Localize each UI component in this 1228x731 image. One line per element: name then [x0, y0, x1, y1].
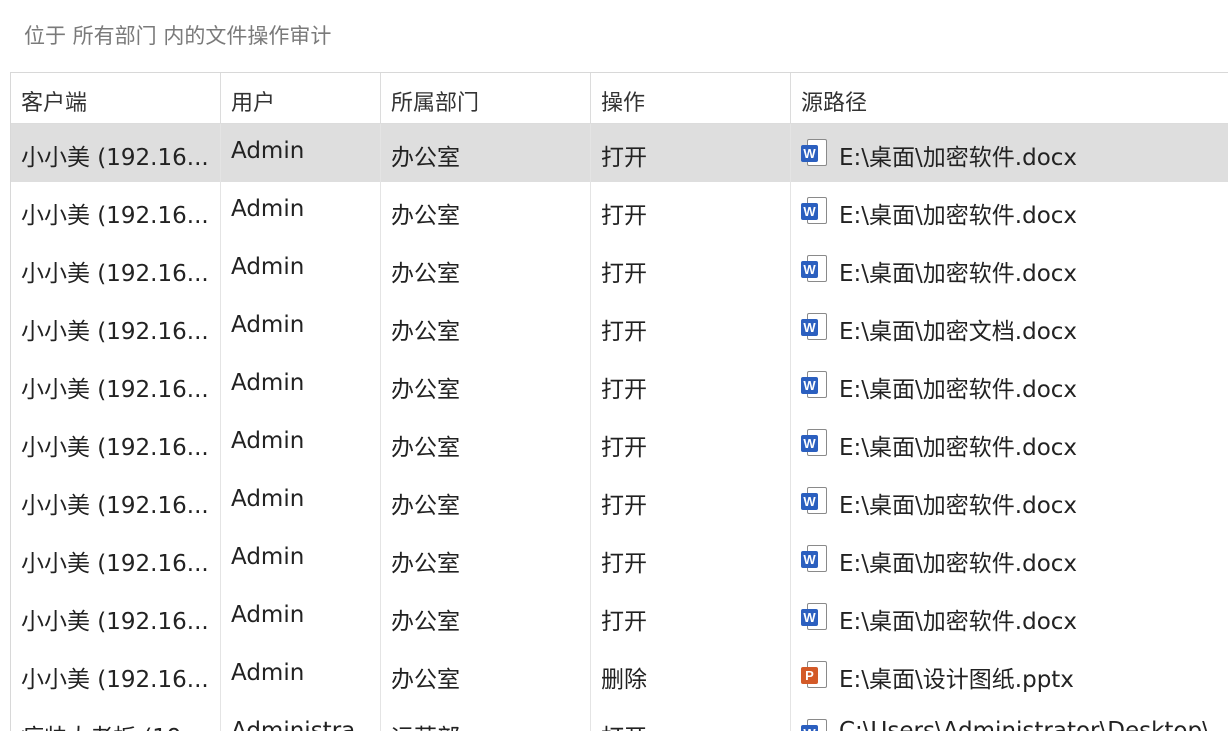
source-path-text: E:\桌面\加密软件.docx	[839, 609, 1078, 635]
cell-operation: 打开	[591, 588, 791, 646]
cell-source-path: W E:\桌面\加密软件.docx	[791, 588, 1228, 646]
cell-department: 办公室	[381, 472, 591, 530]
audit-table: 客户端 用户 所属部门 操作 源路径 小小美 (192.16... Admin 办公…	[10, 72, 1228, 731]
column-header-user[interactable]: 用户	[221, 73, 381, 123]
cell-department: 办公室	[381, 588, 591, 646]
table-row[interactable]: 小小美 (192.16... Admin 办公室 打开 W E:\桌面\加密软件.docx	[11, 414, 1228, 472]
cell-source-path: W E:\桌面\加密软件.docx	[791, 356, 1228, 414]
cell-user: Admin	[221, 182, 381, 240]
word-file-icon: W	[801, 545, 829, 573]
cell-department: 办公室	[381, 124, 591, 182]
cell-source-path: W E:\桌面\加密软件.docx	[791, 240, 1228, 298]
breadcrumb: 位于 所有部门 内的文件操作审计	[0, 0, 1228, 72]
source-path-text: E:\桌面\加密软件.docx	[839, 551, 1078, 577]
cell-client: 小小美 (192.16...	[11, 414, 221, 472]
cell-user: Admin	[221, 356, 381, 414]
cell-user: Admin	[221, 414, 381, 472]
cell-client: 小小美 (192.16...	[11, 646, 221, 704]
cell-department: 办公室	[381, 414, 591, 472]
ppt-file-icon: P	[801, 661, 829, 689]
cell-operation: 打开	[591, 704, 791, 731]
cell-source-path: W E:\桌面\加密软件.docx	[791, 414, 1228, 472]
cell-source-path: W E:\桌面\加密文档.docx	[791, 298, 1228, 356]
table-row[interactable]: 小小美 (192.16... Admin 办公室 打开 W E:\桌面\加密软件.docx	[11, 588, 1228, 646]
table-row[interactable]: 小小美 (192.16... Admin 办公室 打开 W E:\桌面\加密软件.docx	[11, 356, 1228, 414]
cell-department: 办公室	[381, 530, 591, 588]
cell-user: Administra...	[221, 704, 381, 731]
word-file-icon: W	[801, 197, 829, 225]
table-row[interactable]: 小小美 (192.16... Admin 办公室 打开 W E:\桌面\加密软件.docx	[11, 240, 1228, 298]
cell-operation: 打开	[591, 472, 791, 530]
source-path-text: E:\桌面\加密软件.docx	[839, 377, 1078, 403]
cell-user: Admin	[221, 298, 381, 356]
source-path-text: E:\桌面\设计图纸.pptx	[839, 667, 1074, 693]
cell-user: Admin	[221, 240, 381, 298]
cell-client: 小小美 (192.16...	[11, 182, 221, 240]
source-path-text: E:\桌面\加密文档.docx	[839, 319, 1078, 345]
cell-user: Admin	[221, 530, 381, 588]
table-row[interactable]: 小小美 (192.16... Admin 办公室 打开 W E:\桌面\加密软件.docx	[11, 182, 1228, 240]
column-header-source-path[interactable]: 源路径	[791, 73, 1228, 123]
cell-operation: 打开	[591, 414, 791, 472]
cell-department: 办公室	[381, 646, 591, 704]
cell-department: 办公室	[381, 356, 591, 414]
cell-department: 办公室	[381, 240, 591, 298]
cell-operation: 删除	[591, 646, 791, 704]
cell-source-path: W C:\Users\Administrator\Desktop\...	[791, 704, 1228, 731]
cell-client: 小小美 (192.16...	[11, 356, 221, 414]
cell-user: Admin	[221, 646, 381, 704]
cell-operation: 打开	[591, 124, 791, 182]
table-row[interactable]: 小小美 (192.16... Admin 办公室 删除 P E:\桌面\设计图纸.pptx	[11, 646, 1228, 704]
table-row[interactable]: 小小美 (192.16... Admin 办公室 打开 W E:\桌面\加密软件.docx	[11, 530, 1228, 588]
cell-client: 痞帅大老板 (19...	[11, 704, 221, 731]
cell-department: 运营部	[381, 704, 591, 731]
table-header: 客户端 用户 所属部门 操作 源路径	[11, 73, 1228, 124]
cell-user: Admin	[221, 472, 381, 530]
column-header-department[interactable]: 所属部门	[381, 73, 591, 123]
cell-source-path: W E:\桌面\加密软件.docx	[791, 472, 1228, 530]
column-header-client[interactable]: 客户端	[11, 73, 221, 123]
cell-client: 小小美 (192.16...	[11, 124, 221, 182]
table-row[interactable]: 小小美 (192.16... Admin 办公室 打开 W E:\桌面\加密软件.docx	[11, 124, 1228, 182]
cell-client: 小小美 (192.16...	[11, 240, 221, 298]
cell-client: 小小美 (192.16...	[11, 530, 221, 588]
source-path-text: E:\桌面\加密软件.docx	[839, 145, 1078, 171]
cell-operation: 打开	[591, 530, 791, 588]
table-body: 小小美 (192.16... Admin 办公室 打开 W E:\桌面\加密软件.docx…	[11, 124, 1228, 731]
source-path-text: E:\桌面\加密软件.docx	[839, 493, 1078, 519]
source-path-text: E:\桌面\加密软件.docx	[839, 435, 1078, 461]
word-file-icon: W	[801, 255, 829, 283]
cell-client: 小小美 (192.16...	[11, 588, 221, 646]
word-file-icon: W	[801, 371, 829, 399]
source-path-text: E:\桌面\加密软件.docx	[839, 203, 1078, 229]
table-row[interactable]: 痞帅大老板 (19...Administra...运营部打开 W C:\Users\…	[11, 704, 1228, 731]
cell-source-path: P E:\桌面\设计图纸.pptx	[791, 646, 1228, 704]
cell-client: 小小美 (192.16...	[11, 298, 221, 356]
word-file-icon: W	[801, 139, 829, 167]
cell-source-path: W E:\桌面\加密软件.docx	[791, 124, 1228, 182]
table-row[interactable]: 小小美 (192.16... Admin 办公室 打开 W E:\桌面\加密文档.docx	[11, 298, 1228, 356]
source-path-text: E:\桌面\加密软件.docx	[839, 261, 1078, 287]
column-header-operation[interactable]: 操作	[591, 73, 791, 123]
word-file-icon: W	[801, 603, 829, 631]
cell-operation: 打开	[591, 182, 791, 240]
cell-operation: 打开	[591, 356, 791, 414]
word-file-icon: W	[801, 313, 829, 341]
word-file-icon: W	[801, 429, 829, 457]
cell-client: 小小美 (192.16...	[11, 472, 221, 530]
cell-source-path: W E:\桌面\加密软件.docx	[791, 182, 1228, 240]
cell-operation: 打开	[591, 240, 791, 298]
cell-department: 办公室	[381, 182, 591, 240]
source-path-text: C:\Users\Administrator\Desktop\...	[839, 718, 1228, 731]
word-file-icon: W	[801, 719, 829, 731]
word-file-icon: W	[801, 487, 829, 515]
table-row[interactable]: 小小美 (192.16... Admin 办公室 打开 W E:\桌面\加密软件.docx	[11, 472, 1228, 530]
cell-user: Admin	[221, 124, 381, 182]
cell-department: 办公室	[381, 298, 591, 356]
cell-operation: 打开	[591, 298, 791, 356]
cell-user: Admin	[221, 588, 381, 646]
cell-source-path: W E:\桌面\加密软件.docx	[791, 530, 1228, 588]
